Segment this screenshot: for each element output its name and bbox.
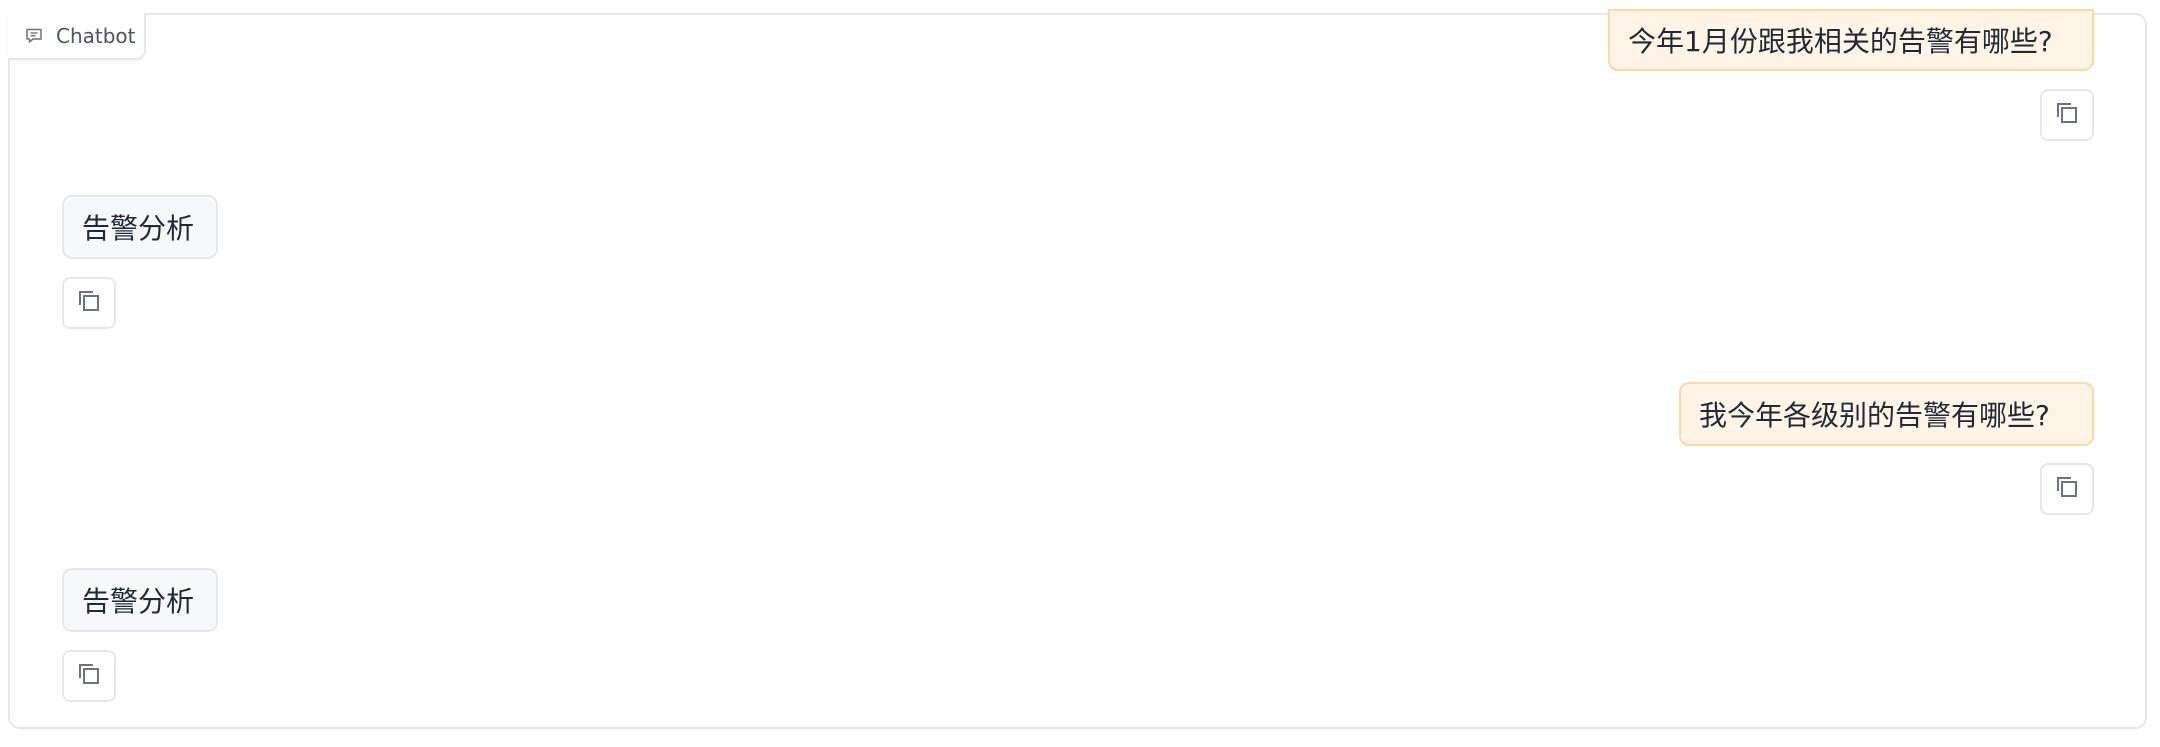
copy-button[interactable] xyxy=(62,650,116,702)
copy-button[interactable] xyxy=(2040,89,2094,141)
user-message: 今年1月份跟我相关的告警有哪些? xyxy=(1608,9,2094,71)
bot-message: 告警分析 xyxy=(62,195,218,259)
copy-button[interactable] xyxy=(62,277,116,329)
user-message: 我今年各级别的告警有哪些? xyxy=(1679,382,2094,446)
copy-icon xyxy=(2054,100,2080,130)
chat-icon xyxy=(24,26,44,46)
bot-message-text: 告警分析 xyxy=(82,585,195,618)
chatbot-label-text: Chatbot xyxy=(56,23,136,48)
bot-message: 告警分析 xyxy=(62,568,218,632)
copy-icon xyxy=(76,661,102,691)
user-message-text: 今年1月份跟我相关的告警有哪些? xyxy=(1628,25,2053,58)
user-message-text: 我今年各级别的告警有哪些? xyxy=(1699,399,2050,432)
copy-button[interactable] xyxy=(2040,463,2094,515)
copy-icon xyxy=(2054,474,2080,504)
chatbot-panel xyxy=(8,13,2147,729)
bot-message-text: 告警分析 xyxy=(82,212,195,245)
copy-icon xyxy=(76,288,102,318)
chatbot-label: Chatbot xyxy=(8,13,146,60)
